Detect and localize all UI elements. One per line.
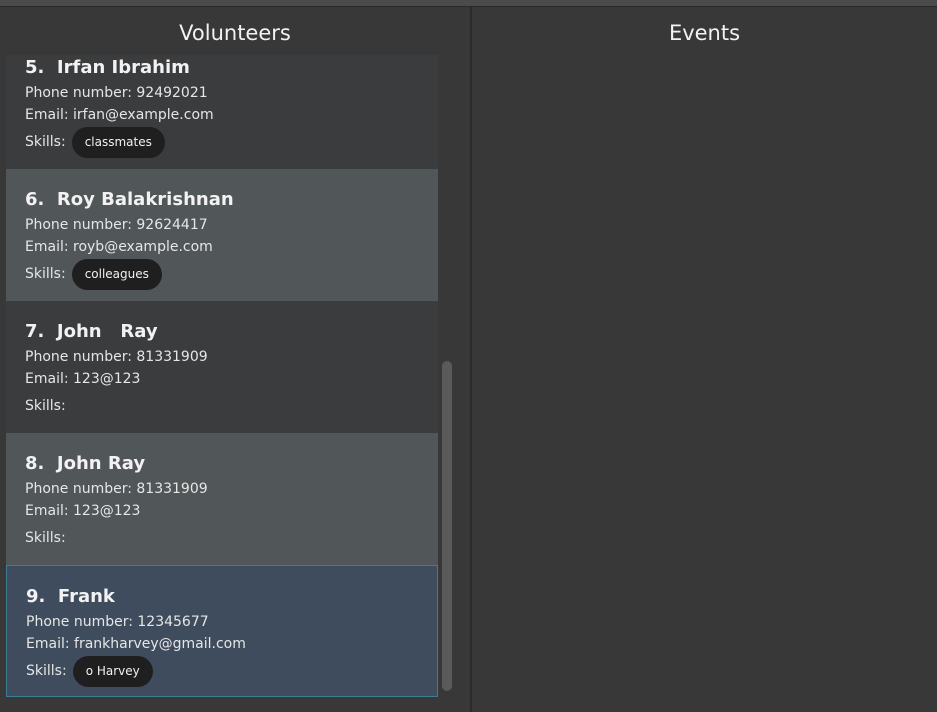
volunteer-card-selected[interactable]: 9. Frank Phone number: 12345677 Email: f… [6, 565, 438, 697]
volunteer-name-text: Irfan Ibrahim [56, 57, 190, 78]
volunteer-list-content: 5. Irfan Ibrahim Phone number: 92492021 … [6, 55, 438, 697]
volunteer-list-scrollbar[interactable] [441, 55, 455, 697]
volunteer-phone: Phone number: 81331909 [25, 481, 208, 497]
volunteer-name: 6. Roy Balakrishnan [25, 187, 438, 213]
volunteer-email: Email: frankharvey@gmail.com [26, 636, 246, 652]
volunteer-phone: Phone number: 81331909 [25, 349, 208, 365]
volunteer-name: 5. Irfan Ibrahim [25, 55, 438, 81]
volunteer-skills: Skills: [25, 390, 438, 422]
volunteer-email: Email: 123@123 [25, 503, 141, 519]
app-window: Volunteers Events 5. Irfan Ibrahim Phone… [0, 0, 937, 712]
volunteer-skills: Skills: colleagues [25, 258, 438, 290]
volunteer-phone: Phone number: 92492021 [25, 85, 208, 101]
volunteer-index: 6. [25, 189, 45, 210]
events-panel: Events [472, 7, 937, 712]
volunteer-index: 7. [25, 321, 45, 342]
skills-label: Skills: [26, 663, 67, 679]
volunteer-email: Email: irfan@example.com [25, 107, 214, 123]
volunteer-list[interactable]: 5. Irfan Ibrahim Phone number: 92492021 … [6, 55, 438, 697]
scrollbar-thumb[interactable] [442, 361, 452, 691]
volunteer-card[interactable]: 8. John Ray Phone number: 81331909 Email… [6, 433, 438, 565]
volunteer-index: 9. [26, 586, 46, 607]
volunteer-name-text: John Ray [56, 321, 158, 342]
events-panel-title: Events [668, 21, 741, 45]
volunteer-name: 9. Frank [26, 584, 437, 610]
skills-label: Skills: [25, 266, 66, 282]
volunteer-name-text: John Ray [56, 453, 146, 474]
volunteer-index: 5. [25, 57, 45, 78]
volunteer-card[interactable]: 6. Roy Balakrishnan Phone number: 926244… [6, 169, 438, 301]
volunteer-index: 8. [25, 453, 45, 474]
skills-label: Skills: [25, 134, 66, 150]
volunteer-name: 8. John Ray [25, 451, 438, 477]
volunteer-name: 7. John Ray [25, 319, 438, 345]
volunteer-name-text: Frank [57, 586, 115, 607]
volunteer-skills: Skills: o Harvey [26, 655, 437, 687]
skill-tag: colleagues [71, 258, 162, 290]
volunteer-card[interactable]: 5. Irfan Ibrahim Phone number: 92492021 … [6, 55, 438, 169]
volunteer-email: Email: 123@123 [25, 371, 141, 387]
volunteer-skills: Skills: [25, 522, 438, 554]
top-border [0, 0, 937, 7]
skill-tag: classmates [71, 126, 165, 158]
volunteers-panel-title: Volunteers [179, 21, 291, 45]
volunteer-card[interactable]: 7. John Ray Phone number: 81331909 Email… [6, 301, 438, 433]
skill-tag: o Harvey [72, 655, 153, 687]
volunteer-email: Email: royb@example.com [25, 239, 213, 255]
volunteer-phone: Phone number: 12345677 [26, 614, 209, 630]
volunteer-phone: Phone number: 92624417 [25, 217, 208, 233]
skills-label: Skills: [25, 398, 66, 414]
volunteer-name-text: Roy Balakrishnan [56, 189, 234, 210]
skills-label: Skills: [25, 530, 66, 546]
volunteer-skills: Skills: classmates [25, 126, 438, 158]
